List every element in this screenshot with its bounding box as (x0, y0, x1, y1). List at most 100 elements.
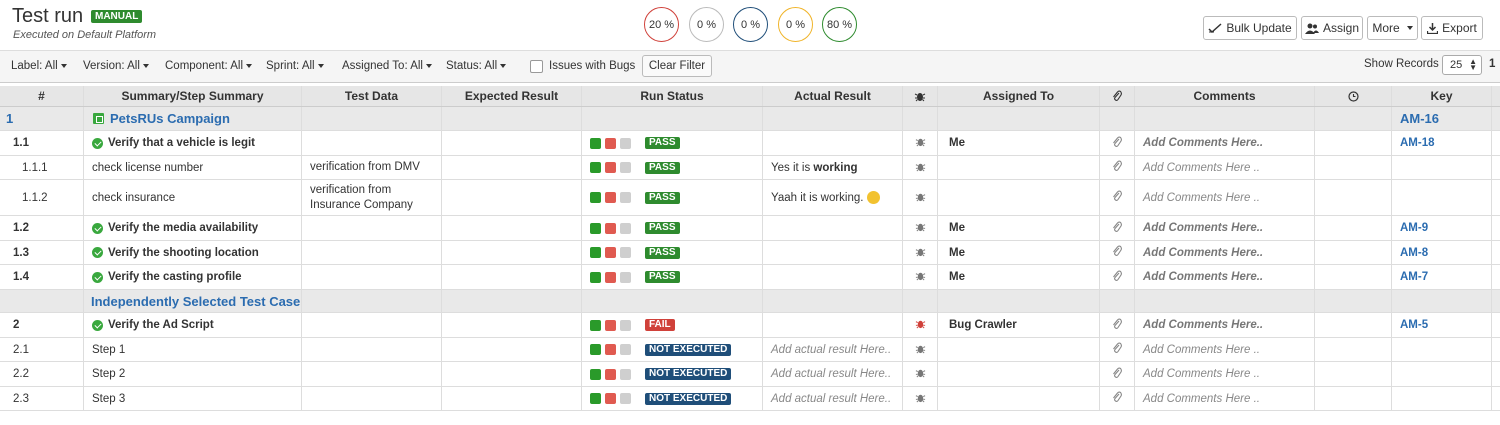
status-fail-button[interactable] (605, 162, 616, 173)
component-filter[interactable]: Component: All (165, 60, 252, 72)
status-pass-button[interactable] (590, 344, 601, 355)
status-wip-button[interactable] (620, 344, 631, 355)
col-assigned-to[interactable]: Assigned To (938, 86, 1100, 106)
paperclip-icon[interactable] (1112, 160, 1122, 175)
paperclip-icon[interactable] (1112, 367, 1122, 382)
status-fail-button[interactable] (605, 192, 616, 203)
summary-text[interactable]: Verify the shooting location (108, 247, 259, 259)
assigned-to-cell[interactable]: Me (938, 131, 1100, 155)
label-filter[interactable]: Label: All (11, 60, 67, 72)
status-filter[interactable]: Status: All (446, 60, 507, 72)
col-expected-result[interactable]: Expected Result (442, 86, 582, 106)
table-row[interactable]: 2.3 Step 3 NOT EXECUTED Add actual result H… (0, 387, 1500, 411)
assigned-filter[interactable]: Assigned To: All (342, 60, 432, 72)
progress-unknown-circle[interactable]: 0 % (689, 7, 724, 42)
status-fail-button[interactable] (605, 368, 616, 380)
actual-result-cell[interactable]: Yaah it is working. (763, 180, 903, 215)
col-actual-result[interactable]: Actual Result (763, 86, 903, 106)
bug-icon[interactable] (915, 221, 926, 235)
issue-key-link[interactable]: AM-18 (1400, 137, 1435, 149)
actual-result-cell[interactable]: Add actual result Here.. (763, 387, 903, 410)
paperclip-icon[interactable] (1112, 245, 1122, 260)
summary-text[interactable]: Verify the Ad Script (108, 319, 214, 331)
table-row[interactable]: 1.1 Verify that a vehicle is legit PASS Me A… (0, 131, 1500, 156)
more-dropdown-button[interactable]: More (1367, 16, 1418, 40)
table-row[interactable]: 1.4 Verify the casting profile PASS Me Add C… (0, 265, 1500, 290)
export-button[interactable]: Export (1421, 16, 1483, 40)
bug-icon[interactable] (915, 191, 926, 205)
col-attachments[interactable] (1100, 86, 1135, 106)
status-wip-button[interactable] (620, 222, 631, 234)
status-wip-button[interactable] (620, 247, 631, 258)
bug-icon[interactable] (915, 392, 926, 406)
issues-with-bugs-label[interactable]: Issues with Bugs (549, 60, 635, 72)
progress-pass-circle[interactable]: 80 % (822, 7, 857, 42)
col-number[interactable]: # (0, 86, 84, 106)
paperclip-icon[interactable] (1112, 136, 1122, 151)
status-fail-button[interactable] (605, 222, 616, 234)
comments-cell[interactable]: Add Comments Here.. (1135, 216, 1315, 240)
status-pass-button[interactable] (590, 192, 601, 203)
assigned-to-cell[interactable]: Me (938, 265, 1100, 289)
comments-cell[interactable]: Add Comments Here.. (1135, 313, 1315, 337)
group-row[interactable]: 1 PetsRUs Campaign AM-16 (0, 107, 1500, 131)
bulk-update-button[interactable]: Bulk Update (1203, 16, 1297, 40)
bug-icon[interactable] (915, 136, 926, 150)
status-fail-button[interactable] (605, 319, 616, 331)
col-key[interactable]: Key (1392, 86, 1492, 106)
bug-icon[interactable] (915, 367, 926, 381)
summary-text[interactable]: Verify the casting profile (108, 271, 242, 283)
assigned-to-cell[interactable]: Bug Crawler (938, 313, 1100, 337)
comments-cell[interactable]: Add Comments Here .. (1135, 362, 1315, 386)
comments-cell[interactable]: Add Comments Here .. (1135, 156, 1315, 179)
issue-key-link[interactable]: AM-5 (1400, 319, 1428, 331)
status-pass-button[interactable] (590, 247, 601, 258)
col-summary[interactable]: Summary/Step Summary (84, 86, 302, 106)
bug-icon[interactable] (915, 343, 926, 357)
comments-cell[interactable]: Add Comments Here .. (1135, 338, 1315, 361)
status-wip-button[interactable] (620, 192, 631, 203)
status-fail-button[interactable] (605, 247, 616, 258)
paperclip-icon[interactable] (1112, 221, 1122, 236)
col-time[interactable] (1315, 86, 1392, 106)
progress-fail-circle[interactable]: 20 % (644, 7, 679, 42)
comments-cell[interactable]: Add Comments Here.. (1135, 241, 1315, 264)
status-fail-button[interactable] (605, 137, 616, 149)
group-row[interactable]: Independently Selected Test Case (0, 290, 1500, 313)
table-row[interactable]: 1.3 Verify the shooting location PASS Me Add… (0, 241, 1500, 265)
summary-text[interactable]: Verify that a vehicle is legit (108, 137, 255, 149)
bug-icon[interactable] (915, 161, 926, 175)
assigned-to-cell[interactable]: Me (938, 241, 1100, 264)
status-wip-button[interactable] (620, 368, 631, 380)
issue-key-link[interactable]: AM-7 (1400, 271, 1428, 283)
paperclip-icon[interactable] (1112, 318, 1122, 333)
col-test-data[interactable]: Test Data (302, 86, 442, 106)
comments-cell[interactable]: Add Comments Here.. (1135, 131, 1315, 155)
comments-cell[interactable]: Add Comments Here .. (1135, 180, 1315, 215)
table-row[interactable]: 1.1.2 check insurance verification from In… (0, 180, 1500, 216)
status-pass-button[interactable] (590, 271, 601, 283)
status-wip-button[interactable] (620, 393, 631, 404)
status-wip-button[interactable] (620, 137, 631, 149)
status-fail-button[interactable] (605, 344, 616, 355)
clear-filter-button[interactable]: Clear Filter (642, 55, 712, 77)
status-pass-button[interactable] (590, 368, 601, 380)
col-defects[interactable] (903, 86, 938, 106)
table-row[interactable]: 1.2 Verify the media availability PASS Me Ad… (0, 216, 1500, 241)
paperclip-icon[interactable] (1112, 270, 1122, 285)
status-pass-button[interactable] (590, 319, 601, 331)
assigned-to-cell[interactable]: Me (938, 216, 1100, 240)
status-pass-button[interactable] (590, 162, 601, 173)
issues-with-bugs-checkbox[interactable] (530, 60, 543, 73)
status-pass-button[interactable] (590, 393, 601, 404)
table-row[interactable]: 2 Verify the Ad Script FAIL Bug Crawler Add … (0, 313, 1500, 338)
assign-button[interactable]: Assign (1301, 16, 1363, 40)
status-fail-button[interactable] (605, 271, 616, 283)
progress-not-executed-circle[interactable]: 0 % (733, 7, 768, 42)
comments-cell[interactable]: Add Comments Here .. (1135, 387, 1315, 410)
bug-icon[interactable] (915, 270, 926, 284)
col-comments[interactable]: Comments (1135, 86, 1315, 106)
table-row[interactable]: 2.1 Step 1 NOT EXECUTED Add actual result H… (0, 338, 1500, 362)
table-row[interactable]: 1.1.1 check license number verification fr… (0, 156, 1500, 180)
bug-icon[interactable] (915, 318, 926, 332)
